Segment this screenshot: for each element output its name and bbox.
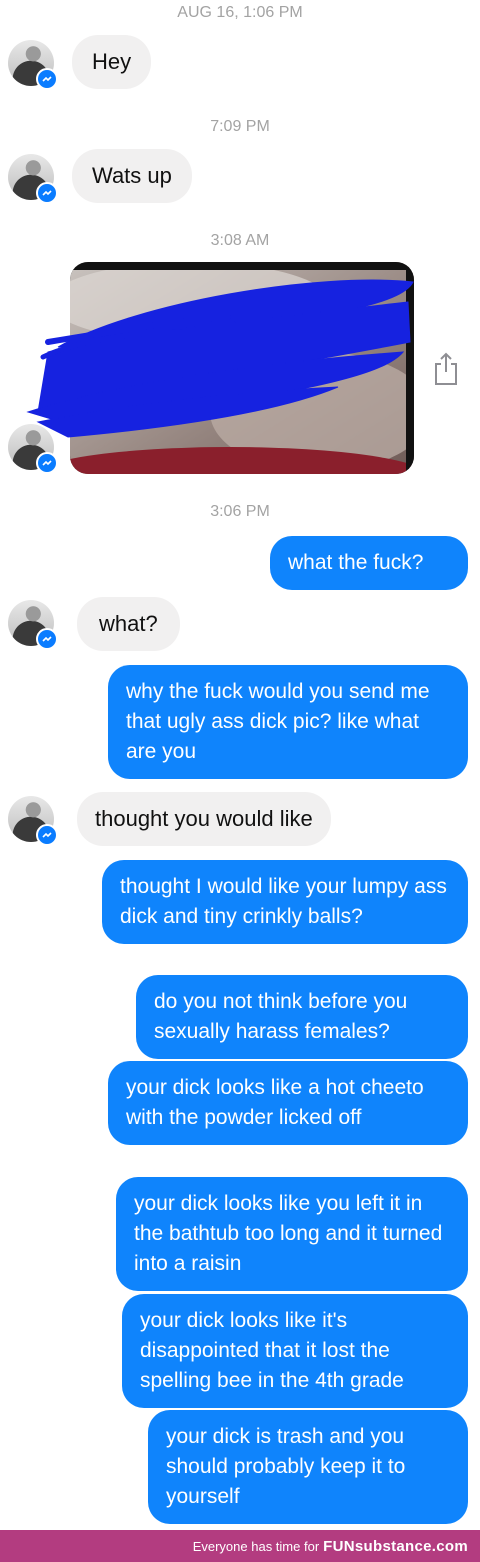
share-icon[interactable]: [432, 352, 460, 386]
avatar[interactable]: [8, 154, 58, 204]
messenger-badge-icon: [36, 182, 58, 204]
timestamp: AUG 16, 1:06 PM: [177, 4, 303, 21]
timestamp: 7:09 PM: [210, 118, 270, 135]
redaction-scribble: [26, 279, 414, 438]
watermark-brand: FUNsubstance.com: [323, 1537, 468, 1555]
incoming-message[interactable]: Hey: [72, 35, 152, 89]
outgoing-message[interactable]: your dick looks like you left it in the …: [116, 1177, 468, 1291]
incoming-message[interactable]: thought you would like: [77, 792, 331, 846]
timestamp: 3:08 AM: [210, 232, 270, 249]
outgoing-message[interactable]: your dick looks like it's disappointed t…: [122, 1294, 468, 1408]
outgoing-message[interactable]: your dick looks like a hot cheeto with t…: [108, 1061, 468, 1145]
incoming-message[interactable]: what?: [77, 597, 180, 651]
watermark-bar: Everyone has time for FUNsubstance.com: [0, 1530, 480, 1562]
messenger-badge-icon: [36, 824, 58, 846]
timestamp: 3:06 PM: [210, 503, 270, 520]
outgoing-message[interactable]: your dick is trash and you should probab…: [148, 1410, 468, 1524]
watermark-text: Everyone has time for: [192, 1538, 320, 1554]
messenger-badge-icon: [36, 628, 58, 650]
incoming-message[interactable]: Wats up: [72, 149, 192, 203]
outgoing-message[interactable]: what the fuck?: [270, 536, 468, 590]
avatar[interactable]: [8, 600, 58, 650]
outgoing-message[interactable]: do you not think before you sexually har…: [136, 975, 468, 1059]
outgoing-message[interactable]: thought I would like your lumpy ass dick…: [102, 860, 468, 944]
avatar[interactable]: [8, 796, 58, 846]
messenger-badge-icon: [36, 68, 58, 90]
outgoing-message[interactable]: why the fuck would you send me that ugly…: [108, 665, 468, 779]
avatar[interactable]: [8, 40, 58, 90]
